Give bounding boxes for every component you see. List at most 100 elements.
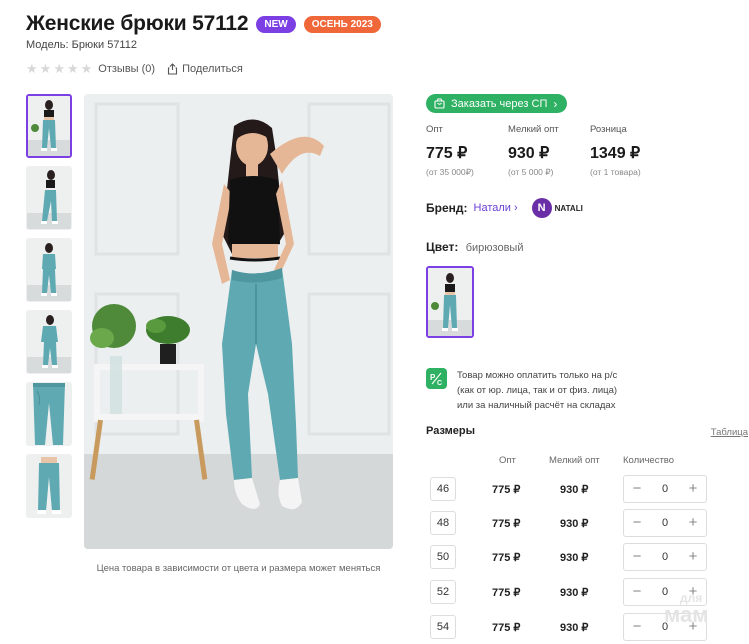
minus-icon[interactable]: − [630, 584, 644, 599]
price-wholesale: Опт 775 ₽ (от 35 000₽) [426, 124, 508, 178]
thumbnail-3[interactable] [26, 238, 72, 302]
quantity-value[interactable]: 0 [662, 551, 668, 563]
star-icon: ★ [80, 61, 93, 76]
thumbnail-4[interactable] [26, 310, 72, 374]
size-opt-price: 775 ₽ [492, 587, 521, 599]
minus-icon[interactable]: − [630, 515, 644, 530]
order-button-label: Заказать через СП [451, 97, 548, 110]
rating-row: ★ ★ ★ ★ ★ Отзывы (0) Поделиться [26, 62, 243, 75]
plus-icon[interactable]: + [686, 515, 700, 530]
order-joint-purchase-button[interactable]: Заказать через СП › [426, 94, 568, 113]
header-qty: Количество [623, 455, 675, 466]
size-opt-price: 775 ₽ [492, 518, 521, 530]
brand-name: Натали [473, 202, 511, 214]
quantity-value[interactable]: 0 [662, 517, 668, 529]
title-row: Женские брюки 57112 NEW ОСЕНЬ 2023 [26, 12, 381, 36]
star-icon: ★ [53, 61, 65, 76]
size-table-link[interactable]: Таблица [711, 427, 748, 438]
size-small-opt-price: 930 ₽ [560, 587, 589, 599]
size-small-opt-price: 930 ₽ [560, 484, 589, 496]
price-condition: (от 5 000 ₽) [508, 167, 554, 177]
share-label: Поделиться [182, 62, 243, 75]
new-badge: NEW [256, 15, 296, 33]
main-product-image[interactable] [84, 94, 393, 549]
color-row: Цвет: бирюзовый [426, 240, 523, 254]
quantity-stepper: − 0 + [623, 543, 707, 571]
price-label: Опт [426, 124, 443, 135]
product-title: Женские брюки 57112 [26, 12, 249, 35]
brand-link[interactable]: Натали › [474, 202, 518, 214]
watermark-line: мам [664, 602, 709, 627]
price-value: 775 ₽ [426, 145, 468, 162]
star-icon: ★ [26, 61, 38, 76]
minus-icon[interactable]: − [630, 481, 644, 496]
plus-icon[interactable]: + [686, 481, 700, 496]
size-value: 50 [430, 545, 456, 569]
product-model: Модель: Брюки 57112 [26, 39, 137, 51]
price-retail: Розница 1349 ₽ (от 1 товара) [590, 124, 672, 178]
size-row: 48 775 ₽ 930 ₽ − 0 + [426, 509, 749, 537]
price-label: Розница [590, 124, 627, 135]
svg-text:C: C [437, 380, 442, 386]
size-opt-price: 775 ₽ [492, 484, 521, 496]
price-note: Цена товара в зависимости от цвета и раз… [96, 563, 381, 574]
header-opt: Опт [499, 455, 516, 466]
color-swatch-turquoise[interactable] [426, 266, 474, 338]
size-value: 52 [430, 580, 456, 604]
size-value: 48 [430, 511, 456, 535]
payment-info: PC Товар можно оплатить только на р/с (к… [426, 368, 617, 413]
share-button[interactable]: Поделиться [167, 63, 243, 75]
payment-account-icon: PC [426, 368, 447, 389]
brand-logo-mark: N [531, 198, 552, 218]
size-value: 46 [430, 477, 456, 501]
chevron-right-icon: › [553, 96, 558, 111]
minus-icon[interactable]: − [630, 549, 644, 564]
star-icon: ★ [39, 61, 52, 76]
bag-icon [434, 98, 445, 109]
size-row: 50 775 ₽ 930 ₽ − 0 + [426, 543, 749, 571]
sizes-title: Размеры [426, 425, 476, 437]
thumbnail-1[interactable] [26, 94, 72, 158]
price-condition: (от 35 000₽) [426, 167, 474, 177]
site-watermark: для мам [664, 592, 709, 626]
chevron-right-icon: › [513, 202, 518, 214]
payment-line: Товар можно оплатить только на р/с [457, 370, 618, 381]
size-small-opt-price: 930 ₽ [560, 552, 589, 564]
payment-text: Товар можно оплатить только на р/с (как … [457, 368, 617, 413]
brand-row: Бренд: Натали › N NATALI [426, 198, 583, 218]
brand-logo[interactable]: N NATALI [531, 198, 583, 218]
thumbnail-2[interactable] [26, 166, 72, 230]
price-label: Мелкий опт [508, 124, 559, 135]
price-small-wholesale: Мелкий опт 930 ₽ (от 5 000 ₽) [508, 124, 590, 178]
quantity-stepper: − 0 + [623, 475, 707, 503]
price-value: 1349 ₽ [590, 145, 641, 162]
size-opt-price: 775 ₽ [492, 622, 521, 634]
plus-icon[interactable]: + [686, 549, 700, 564]
thumbnail-5[interactable] [26, 382, 72, 446]
size-small-opt-price: 930 ₽ [560, 518, 589, 530]
size-row: 46 775 ₽ 930 ₽ − 0 + [426, 475, 749, 503]
product-page: Женские брюки 57112 NEW ОСЕНЬ 2023 Модел… [0, 0, 749, 644]
rating-stars: ★ ★ ★ ★ ★ [26, 62, 92, 75]
star-icon: ★ [66, 61, 79, 76]
header-small-opt: Мелкий опт [549, 455, 600, 466]
quantity-stepper: − 0 + [623, 509, 707, 537]
thumbnail-6[interactable] [26, 454, 72, 518]
size-small-opt-price: 930 ₽ [560, 622, 589, 634]
payment-line: (как от юр. лица, так и от физ. лица) [457, 385, 618, 396]
brand-label: Бренд: [426, 201, 468, 215]
quantity-value[interactable]: 0 [662, 483, 668, 495]
price-condition: (от 1 товара) [590, 167, 641, 177]
minus-icon[interactable]: − [630, 619, 644, 634]
color-value: бирюзовый [465, 242, 524, 254]
season-badge: ОСЕНЬ 2023 [303, 15, 381, 33]
reviews-link[interactable]: Отзывы (0) [98, 63, 155, 75]
price-block: Опт 775 ₽ (от 35 000₽) Мелкий опт 930 ₽ … [426, 124, 672, 178]
thumbnail-list [26, 94, 74, 526]
size-opt-price: 775 ₽ [492, 552, 521, 564]
payment-line: или за наличный расчёт на складах [457, 400, 616, 411]
size-value: 54 [430, 615, 456, 639]
color-label: Цвет: [426, 240, 459, 254]
brand-logo-text: NATALI [554, 203, 583, 213]
share-icon [168, 62, 178, 75]
